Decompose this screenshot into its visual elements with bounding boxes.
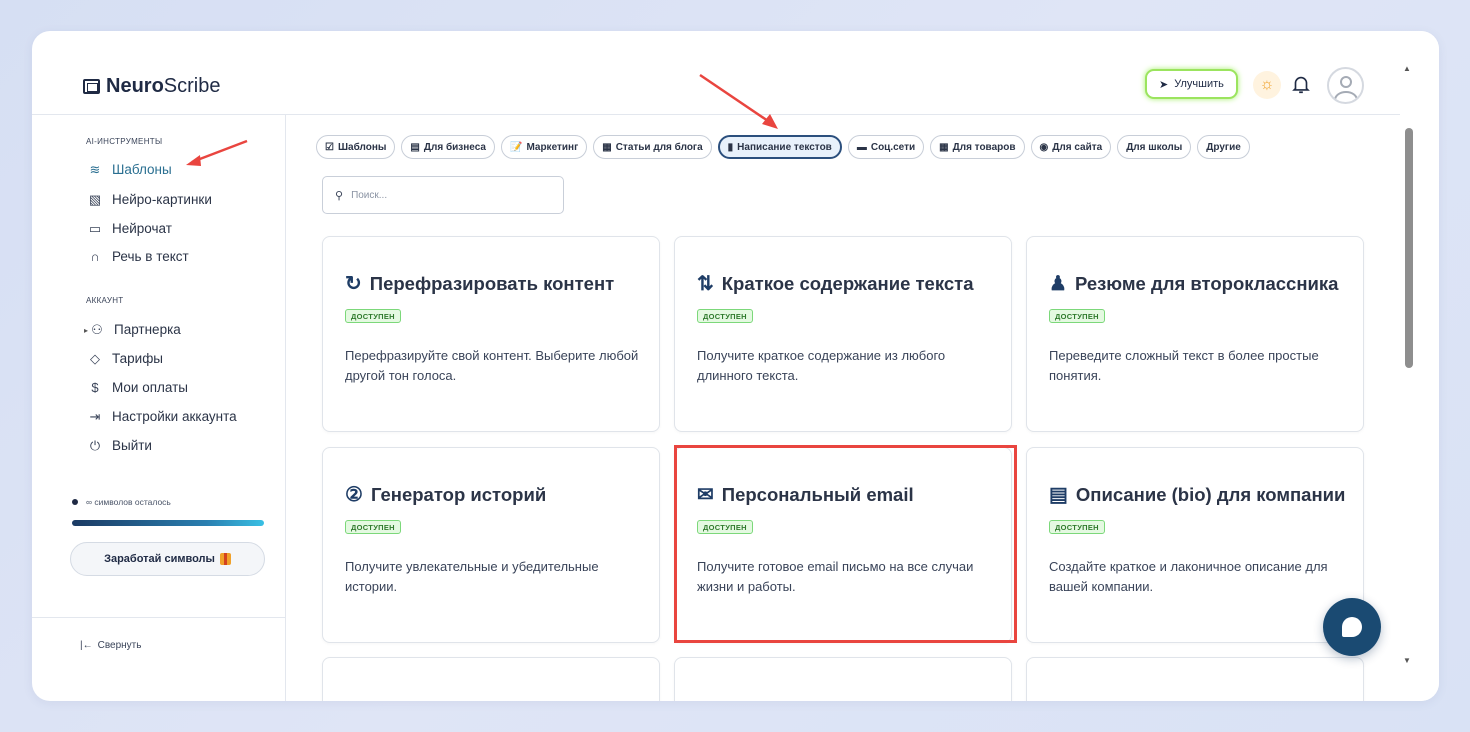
image-icon: ▧ bbox=[88, 191, 102, 207]
sidebar-item-speech-to-text[interactable]: ∩ Речь в текст bbox=[88, 249, 188, 264]
rocket-icon: ➤ bbox=[1159, 78, 1169, 91]
search-input[interactable]: ⚲ Поиск... bbox=[322, 176, 564, 214]
refresh-icon: ↻ bbox=[345, 273, 362, 295]
symbols-progress-bar bbox=[72, 520, 264, 526]
status-dot bbox=[72, 499, 78, 505]
sidebar-item-neuro-images[interactable]: ▧ Нейро-картинки bbox=[88, 191, 212, 208]
chip-marketing[interactable]: 📝 Маркетинг bbox=[500, 135, 588, 159]
collapse-sidebar-button[interactable]: |← Свернуть bbox=[80, 640, 141, 651]
chip-website[interactable]: ◉ Для сайта bbox=[1030, 135, 1112, 159]
scroll-up-icon[interactable]: ▲ bbox=[1403, 64, 1411, 73]
headphones-icon: ∩ bbox=[90, 249, 100, 264]
avatar[interactable] bbox=[1327, 67, 1364, 104]
chip-blog-articles[interactable]: ▦ Статьи для блога bbox=[593, 135, 712, 159]
sidebar-item-neurochat[interactable]: ▭ Нейрочат bbox=[88, 220, 172, 237]
ai-tools-heading: AI-ИНСТРУМЕНТЫ bbox=[86, 137, 163, 146]
chip-school[interactable]: Для школы bbox=[1117, 135, 1192, 159]
login-icon: ⇥ bbox=[89, 408, 101, 424]
sidebar-item-payments[interactable]: $ Мои оплаты bbox=[88, 380, 188, 395]
search-icon: ⚲ bbox=[335, 189, 344, 202]
dollar-icon: $ bbox=[91, 380, 99, 395]
category-chips: ☑ Шаблоны ▤ Для бизнеса 📝 Маркетинг ▦ Статьи… bbox=[316, 135, 1250, 159]
status-badge: ДОСТУПЕН bbox=[1049, 520, 1105, 534]
layers-icon: ≋ bbox=[89, 161, 101, 177]
template-card-summary[interactable]: ⇅ Краткое содержание текста ДОСТУПЕН Полу… bbox=[674, 236, 1012, 432]
chip-social[interactable]: ▬ Соц.сети bbox=[847, 135, 925, 159]
status-badge: ДОСТУПЕН bbox=[345, 309, 401, 323]
template-card-story-generator[interactable]: ② Генератор историй ДОСТУПЕН Получите увл… bbox=[322, 447, 660, 643]
status-badge: ДОСТУПЕН bbox=[345, 520, 401, 534]
upgrade-button[interactable]: ➤ Улучшить bbox=[1145, 69, 1238, 99]
template-card-company-bio[interactable]: ▤ Описание (bio) для компании ДОСТУПЕН Со… bbox=[1026, 447, 1364, 643]
sidebar-divider bbox=[32, 617, 286, 618]
collapse-icon: |← bbox=[80, 640, 93, 651]
expand-caret-icon[interactable]: ▸ bbox=[84, 326, 88, 335]
template-card[interactable] bbox=[1026, 657, 1364, 701]
account-heading: АККАУНТ bbox=[86, 296, 124, 305]
theme-toggle-sun-icon[interactable]: ☼ bbox=[1253, 71, 1281, 99]
power-icon: ⏻ bbox=[89, 437, 101, 453]
template-card[interactable] bbox=[322, 657, 660, 701]
top-bar: NeuroScribe ➤ Улучшить ☼ bbox=[32, 31, 1400, 115]
sidebar-item-partner[interactable]: ⚇ Партнерка bbox=[90, 321, 181, 338]
template-card[interactable] bbox=[674, 657, 1012, 701]
scrollbar-thumb[interactable] bbox=[1405, 128, 1413, 368]
question-icon: ② bbox=[345, 484, 363, 506]
status-badge: ДОСТУПЕН bbox=[697, 309, 753, 323]
sidebar-item-tariffs[interactable]: ◇ Тарифы bbox=[88, 350, 163, 367]
logo[interactable]: NeuroScribe bbox=[83, 75, 221, 98]
template-card-second-grader[interactable]: ♟ Резюме для второклассника ДОСТУПЕН Пере… bbox=[1026, 236, 1364, 432]
template-card-paraphrase[interactable]: ↻ Перефразировать контент ДОСТУПЕН Перефр… bbox=[322, 236, 660, 432]
sidebar-item-account-settings[interactable]: ⇥ Настройки аккаунта bbox=[88, 408, 237, 425]
app-window: NeuroScribe ➤ Улучшить ☼ AI-ИНСТРУМЕНТЫ … bbox=[32, 31, 1439, 701]
summary-icon: ⇅ bbox=[697, 273, 714, 295]
child-icon: ♟ bbox=[1049, 273, 1067, 295]
chip-products[interactable]: ▦ Для товаров bbox=[930, 135, 1025, 159]
chip-templates[interactable]: ☑ Шаблоны bbox=[316, 135, 396, 159]
scroll-down-icon[interactable]: ▼ bbox=[1403, 656, 1411, 665]
users-icon: ⚇ bbox=[91, 321, 103, 337]
chip-business[interactable]: ▤ Для бизнеса bbox=[401, 135, 495, 159]
logo-icon bbox=[83, 79, 100, 94]
sidebar-item-templates[interactable]: ≋ Шаблоны bbox=[88, 161, 172, 178]
earn-symbols-button[interactable]: Заработай символы bbox=[70, 542, 265, 576]
symbols-remaining: ∞ символов осталось bbox=[72, 497, 171, 507]
chip-other[interactable]: Другие bbox=[1197, 135, 1250, 159]
sidebar: AI-ИНСТРУМЕНТЫ ≋ Шаблоны ▧ Нейро-картинк… bbox=[32, 115, 286, 701]
chip-text-writing[interactable]: ▮ Написание текстов bbox=[717, 135, 842, 159]
tag-icon: ◇ bbox=[90, 350, 100, 366]
document-icon: ▤ bbox=[1049, 484, 1068, 506]
status-badge: ДОСТУПЕН bbox=[1049, 309, 1105, 323]
gift-icon bbox=[219, 553, 231, 565]
highlight-box bbox=[674, 445, 1017, 643]
chat-icon: ▭ bbox=[88, 220, 102, 236]
sidebar-item-logout[interactable]: ⏻ Выйти bbox=[88, 437, 152, 454]
bell-icon[interactable] bbox=[1290, 73, 1312, 95]
chat-support-button[interactable] bbox=[1323, 598, 1381, 656]
